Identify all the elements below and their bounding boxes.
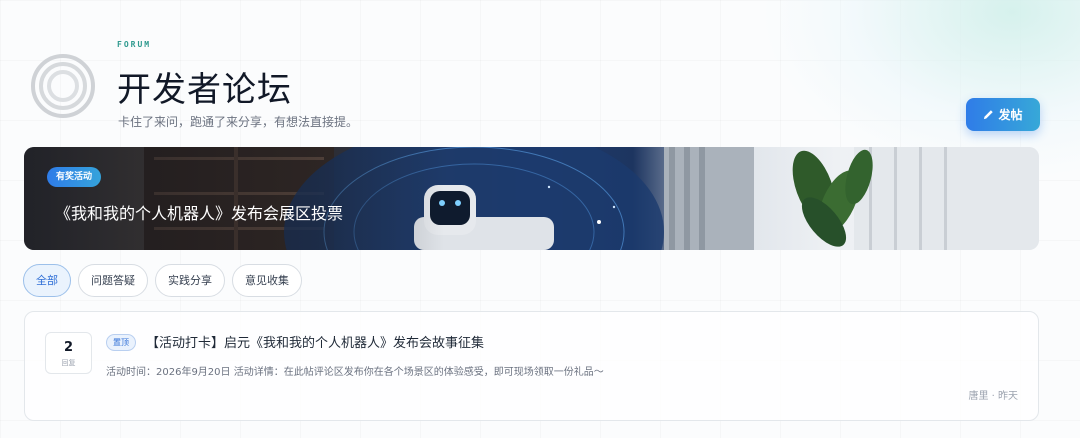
forum-logo-icon bbox=[31, 54, 95, 118]
page-subtitle: 卡住了来问，跑通了来分享，有想法直接提。 bbox=[118, 115, 359, 129]
new-post-button[interactable]: 发帖 bbox=[966, 98, 1040, 131]
page-title: 开发者论坛 bbox=[117, 70, 292, 110]
new-post-label: 发帖 bbox=[998, 108, 1023, 122]
event-banner[interactable]: 有奖活动 《我和我的个人机器人》发布会展区投票 bbox=[24, 147, 1039, 250]
category-tabs: 全部 问题答疑 实践分享 意见收集 bbox=[23, 264, 302, 297]
post-excerpt: 活动时间：2026年9月20日 活动详情：在此帖评论区发布你在各个场景区的体验感… bbox=[106, 367, 604, 378]
reply-label: 回复 bbox=[61, 359, 76, 367]
tab-qa[interactable]: 问题答疑 bbox=[78, 264, 148, 297]
post-title[interactable]: 【活动打卡】启元《我和我的个人机器人》发布会故事征集 bbox=[146, 332, 484, 351]
pinned-badge: 置顶 bbox=[106, 334, 136, 351]
tab-feedback[interactable]: 意见收集 bbox=[232, 264, 302, 297]
banner-title: 《我和我的个人机器人》发布会展区投票 bbox=[55, 204, 344, 223]
post-list-item[interactable]: 2 回复 置顶 【活动打卡】启元《我和我的个人机器人》发布会故事征集 活动时间：… bbox=[24, 311, 1039, 421]
post-author-time: 唐里 · 昨天 bbox=[968, 391, 1018, 402]
reply-count-box: 2 回复 bbox=[45, 332, 92, 374]
reply-count: 2 bbox=[63, 340, 74, 355]
tab-practice-sharing[interactable]: 实践分享 bbox=[155, 264, 225, 297]
pencil-icon bbox=[984, 110, 994, 120]
tab-all[interactable]: 全部 bbox=[23, 264, 71, 297]
banner-overlay bbox=[24, 147, 444, 250]
page-eyebrow: FORUM bbox=[117, 40, 152, 49]
event-badge: 有奖活动 bbox=[47, 167, 102, 187]
